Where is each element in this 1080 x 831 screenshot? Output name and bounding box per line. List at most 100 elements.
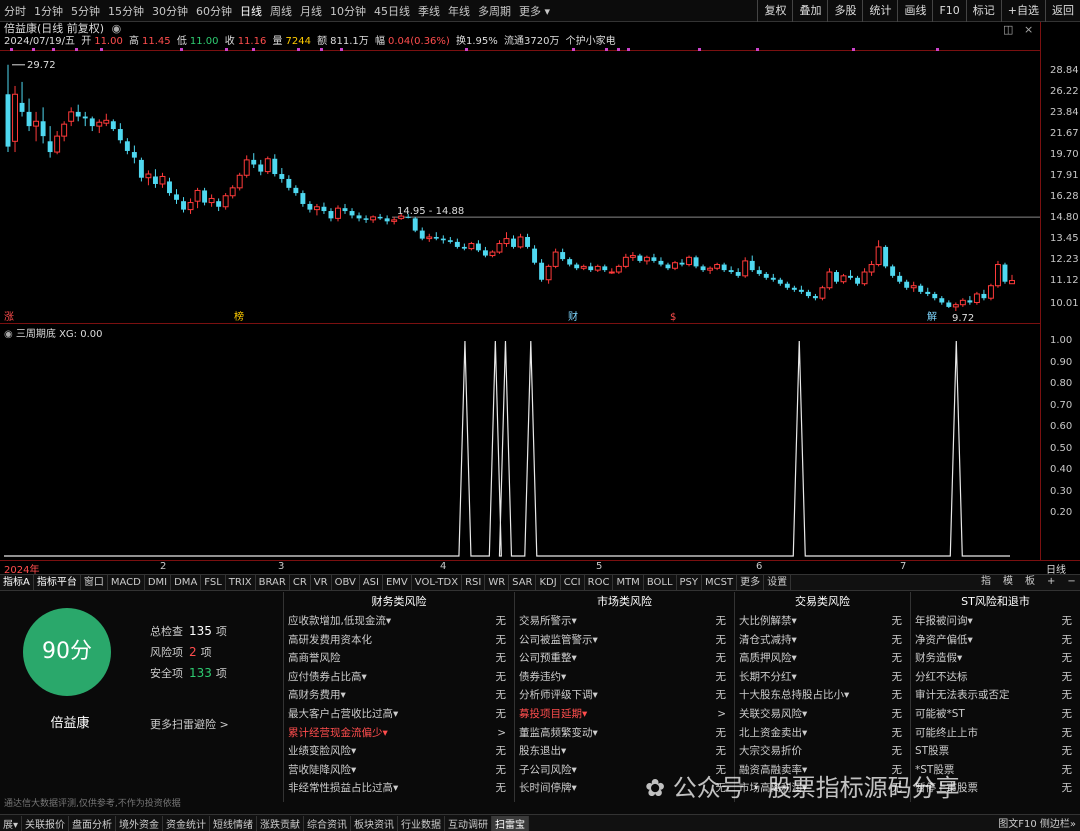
indicator-tab-2[interactable]: 窗口 bbox=[81, 574, 108, 591]
period-tab-10[interactable]: 45日线 bbox=[370, 3, 414, 19]
period-tab-5[interactable]: 60分钟 bbox=[192, 3, 236, 19]
indicator-tab-26[interactable]: 设置 bbox=[764, 574, 792, 591]
risk-item[interactable]: 审计无法表示或否定 无 bbox=[911, 686, 1080, 705]
period-tab-9[interactable]: 10分钟 bbox=[326, 3, 370, 19]
risk-item[interactable]: 可能被*ST 无 bbox=[911, 705, 1080, 724]
risk-item[interactable]: 大宗交易折价 无 bbox=[735, 742, 910, 761]
indicator-tab-25[interactable]: 更多 bbox=[737, 574, 765, 591]
indicator-tab-14[interactable]: VOL-TDX bbox=[412, 574, 463, 591]
indicator-tab-19[interactable]: CCI bbox=[561, 574, 585, 591]
indicator-tab-right-1[interactable]: 模 bbox=[997, 574, 1019, 590]
risk-item[interactable]: 大比例解禁▾ 无 bbox=[735, 612, 910, 631]
period-tab-3[interactable]: 15分钟 bbox=[104, 3, 148, 19]
indicator-tab-right-3[interactable]: + bbox=[1041, 574, 1061, 590]
risk-item[interactable]: 清仓式减持▾ 无 bbox=[735, 631, 910, 650]
risk-item[interactable]: 北上资金卖出▾ 无 bbox=[735, 724, 910, 743]
risk-item[interactable]: 股东退出▾ 无 bbox=[515, 742, 734, 761]
more-risk-link[interactable]: 更多扫雷避险 > bbox=[150, 716, 229, 732]
indicator-tab-22[interactable]: BOLL bbox=[644, 574, 677, 591]
indicator-tab-10[interactable]: VR bbox=[311, 574, 332, 591]
bottom-tab-10[interactable]: 互动调研 bbox=[445, 815, 493, 831]
bottom-tab-2[interactable]: 盘面分析 bbox=[69, 815, 117, 831]
sidebar-toggle[interactable]: 图文F10 侧边栏» bbox=[998, 815, 1076, 830]
risk-item[interactable]: ST股票 无 bbox=[911, 742, 1080, 761]
risk-item[interactable]: 募投项目延期▾ > bbox=[515, 705, 734, 724]
indicator-tab-right-0[interactable]: 指标B bbox=[975, 574, 997, 619]
indicator-tab-12[interactable]: ASI bbox=[360, 574, 383, 591]
risk-item[interactable]: 十大股东总持股占比小▾ 无 bbox=[735, 686, 910, 705]
risk-item[interactable]: 高商誉风险 无 bbox=[284, 649, 514, 668]
indicator-tab-23[interactable]: PSY bbox=[677, 574, 703, 591]
bottom-tab-11[interactable]: 扫雷宝 bbox=[492, 815, 530, 831]
risk-item[interactable]: 业绩变脸风险▾ 无 bbox=[284, 742, 514, 761]
risk-item[interactable]: 可能终止上市 无 bbox=[911, 724, 1080, 743]
risk-item[interactable]: 最大客户占营收比过高▾ 无 bbox=[284, 705, 514, 724]
risk-item[interactable]: 年报被问询▾ 无 bbox=[911, 612, 1080, 631]
risk-item[interactable]: 非经常性损益占比过高▾ 无 bbox=[284, 779, 514, 798]
risk-item[interactable]: 分红不达标 无 bbox=[911, 668, 1080, 687]
bottom-tab-8[interactable]: 板块资讯 bbox=[351, 815, 399, 831]
risk-item[interactable]: 交易所警示▾ 无 bbox=[515, 612, 734, 631]
indicator-tab-1[interactable]: 指标平台 bbox=[34, 574, 81, 591]
bottom-tab-1[interactable]: 关联报价 bbox=[22, 815, 70, 831]
indicator-tab-17[interactable]: SAR bbox=[509, 574, 537, 591]
toolbar-button-2[interactable]: 多股 bbox=[827, 0, 862, 22]
period-tab-1[interactable]: 1分钟 bbox=[30, 3, 67, 19]
period-tab-11[interactable]: 季线 bbox=[414, 3, 444, 19]
period-tab-6[interactable]: 日线 bbox=[236, 3, 266, 19]
indicator-toggle-icon[interactable]: ◉ bbox=[4, 329, 16, 340]
indicator-tab-18[interactable]: KDJ bbox=[536, 574, 561, 591]
indicator-tab-5[interactable]: DMA bbox=[171, 574, 202, 591]
bottom-tab-0[interactable]: 展▾ bbox=[0, 815, 23, 831]
period-tab-8[interactable]: 月线 bbox=[296, 3, 326, 19]
risk-item[interactable]: 分析师评级下调▾ 无 bbox=[515, 686, 734, 705]
risk-item[interactable]: 公司被监管警示▾ 无 bbox=[515, 631, 734, 650]
indicator-tab-9[interactable]: CR bbox=[290, 574, 311, 591]
period-tab-12[interactable]: 年线 bbox=[444, 3, 474, 19]
bottom-tab-9[interactable]: 行业数据 bbox=[398, 815, 446, 831]
toolbar-button-8[interactable]: 返回 bbox=[1045, 0, 1080, 22]
indicator-tab-11[interactable]: OBV bbox=[332, 574, 360, 591]
indicator-tab-4[interactable]: DMI bbox=[145, 574, 172, 591]
risk-item[interactable]: 董监高频繁变动▾ 无 bbox=[515, 724, 734, 743]
toolbar-button-5[interactable]: F10 bbox=[932, 0, 965, 22]
chart-canvas[interactable]: 29.72 9.72 14.95 - 14.88 涨 榜 财 $ 解 bbox=[0, 22, 1040, 560]
indicator-tab-right-4[interactable]: − bbox=[1061, 574, 1080, 590]
period-tab-4[interactable]: 30分钟 bbox=[148, 3, 192, 19]
toolbar-button-3[interactable]: 统计 bbox=[862, 0, 897, 22]
risk-item[interactable]: 累计经营现金流偏少▾ > bbox=[284, 724, 514, 743]
risk-item[interactable]: 财务造假▾ 无 bbox=[911, 649, 1080, 668]
risk-item[interactable]: 净资产偏低▾ 无 bbox=[911, 631, 1080, 650]
period-tab-13[interactable]: 多周期 bbox=[474, 3, 515, 19]
period-tab-2[interactable]: 5分钟 bbox=[67, 3, 104, 19]
toolbar-button-7[interactable]: +自选 bbox=[1000, 0, 1045, 22]
toolbar-button-1[interactable]: 叠加 bbox=[792, 0, 827, 22]
period-tab-0[interactable]: 分时 bbox=[0, 3, 30, 19]
risk-item[interactable]: 营收陡降风险▾ 无 bbox=[284, 761, 514, 780]
toolbar-button-6[interactable]: 标记 bbox=[965, 0, 1001, 22]
toolbar-button-4[interactable]: 画线 bbox=[897, 0, 932, 22]
bottom-tab-7[interactable]: 综合资讯 bbox=[304, 815, 352, 831]
risk-item[interactable]: 应收款增加,低现金流▾ 无 bbox=[284, 612, 514, 631]
bottom-tab-4[interactable]: 资金统计 bbox=[163, 815, 211, 831]
indicator-tab-13[interactable]: EMV bbox=[383, 574, 412, 591]
indicator-tab-15[interactable]: RSI bbox=[462, 574, 486, 591]
indicator-tab-16[interactable]: WR bbox=[485, 574, 510, 591]
risk-item[interactable]: 应付债券占比高▾ 无 bbox=[284, 668, 514, 687]
risk-item[interactable]: 关联交易风险▾ 无 bbox=[735, 705, 910, 724]
indicator-tab-0[interactable]: 指标A bbox=[0, 574, 34, 591]
period-tab-14[interactable]: 更多 ▾ bbox=[515, 3, 554, 19]
indicator-tab-21[interactable]: MTM bbox=[613, 574, 644, 591]
toolbar-button-0[interactable]: 复权 bbox=[757, 0, 792, 22]
risk-item[interactable]: 债券违约▾ 无 bbox=[515, 668, 734, 687]
indicator-tab-8[interactable]: BRAR bbox=[256, 574, 290, 591]
risk-item[interactable]: 长期不分红▾ 无 bbox=[735, 668, 910, 687]
risk-item[interactable]: 高质押风险▾ 无 bbox=[735, 649, 910, 668]
indicator-tab-20[interactable]: ROC bbox=[585, 574, 614, 591]
indicator-tab-3[interactable]: MACD bbox=[108, 574, 145, 591]
indicator-tab-6[interactable]: FSL bbox=[201, 574, 226, 591]
indicator-tab-24[interactable]: MCST bbox=[702, 574, 738, 591]
risk-item[interactable]: 公司预重整▾ 无 bbox=[515, 649, 734, 668]
indicator-tab-7[interactable]: TRIX bbox=[226, 574, 256, 591]
bottom-tab-3[interactable]: 境外资金 bbox=[116, 815, 164, 831]
